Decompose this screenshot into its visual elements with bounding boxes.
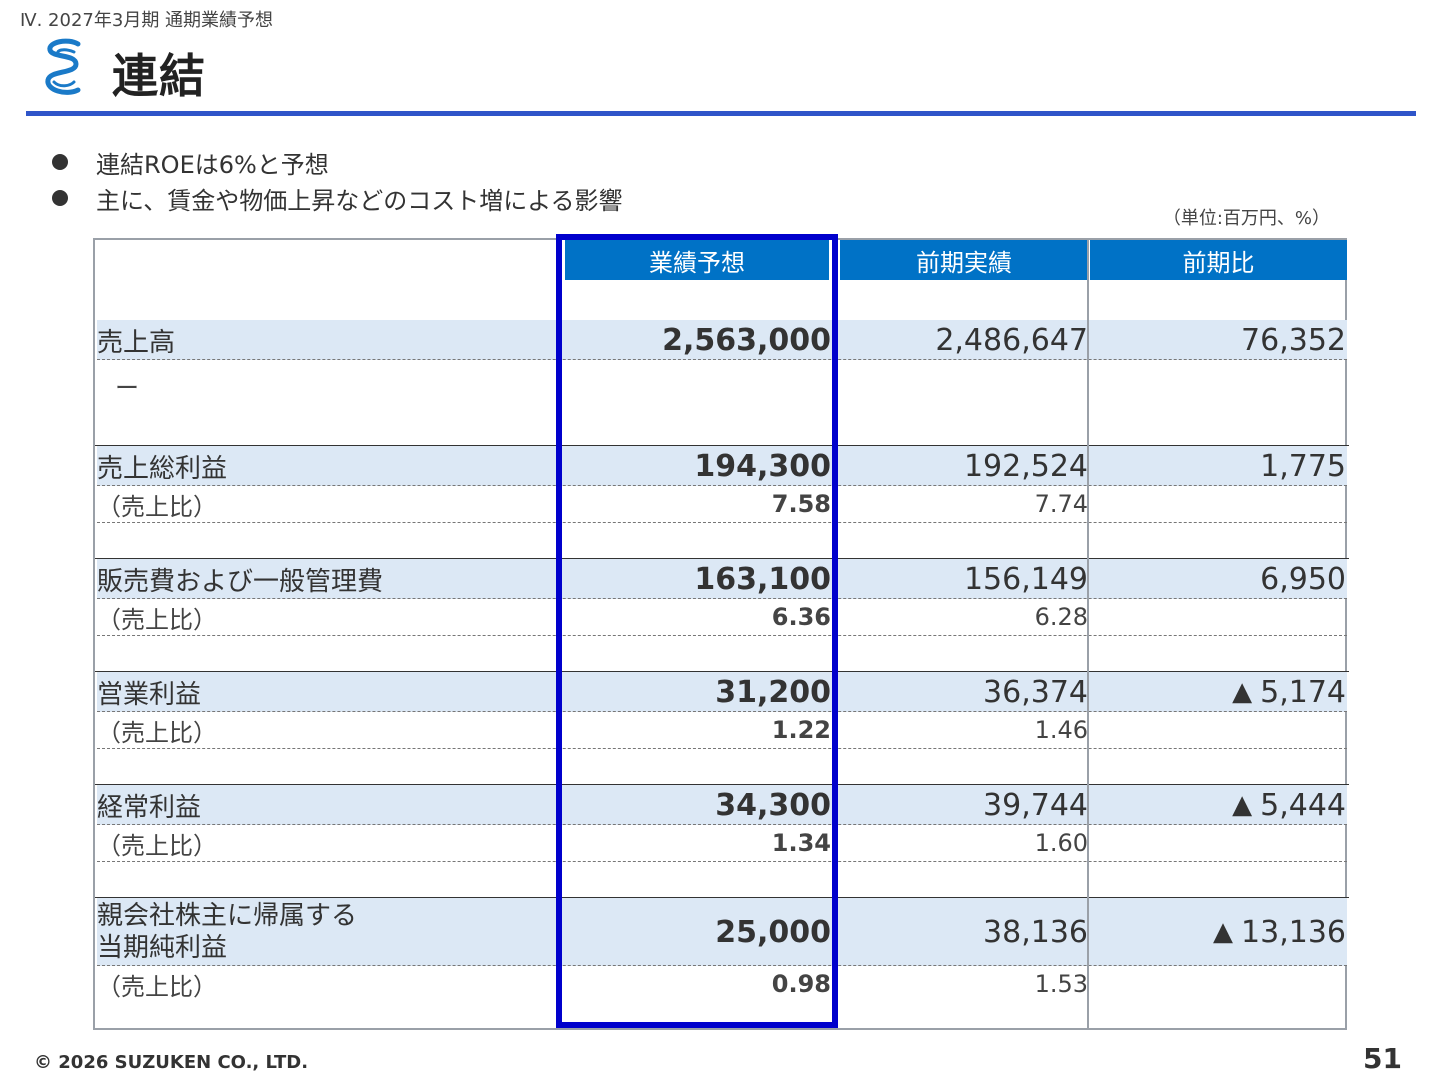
prior-value: 38,136 (983, 914, 1088, 950)
row-label: 親会社株主に帰属する 当期純利益 (97, 900, 357, 964)
section-label: Ⅳ. 2027年3月期 通期業績予想 (20, 10, 274, 31)
unit-note: （単位:百万円、%） (1162, 208, 1330, 229)
row-label: 販売費および一般管理費 (97, 566, 384, 597)
row-label-line: 親会社株主に帰属する (97, 901, 358, 931)
row-label: 経常利益 (97, 792, 202, 823)
ratio-prior: 1.53 (1034, 970, 1088, 998)
triangle-icon: ▲ (1232, 677, 1253, 707)
ratio-label: （売上比） (97, 831, 217, 860)
triangle-icon: ▲ (1232, 790, 1253, 820)
ratio-label: （売上比） (97, 972, 217, 1001)
row-label: 売上高 (97, 327, 176, 358)
page-number: 51 (1363, 1042, 1402, 1075)
ratio-prior: 1.46 (1034, 716, 1088, 744)
change-value: ▲ 5,444 (1090, 785, 1346, 825)
prior-value: 39,744 (983, 787, 1088, 823)
forecast-highlight-box (556, 234, 838, 1028)
ratio-label: （売上比） (97, 605, 217, 634)
change-amount: 5,444 (1260, 787, 1346, 823)
bullet-dot-icon (52, 154, 68, 170)
ratio-prior: 1.60 (1034, 829, 1088, 857)
prior-value: 2,486,647 (935, 322, 1088, 358)
row-label: 営業利益 (97, 679, 202, 710)
prior-value: 36,374 (983, 674, 1088, 710)
dash-mark: ー (115, 373, 139, 402)
bullet-item: 連結ROEは6%と予想 (52, 144, 623, 180)
change-amount: 5,174 (1260, 674, 1346, 710)
bullet-text: 連結ROEは6%と予想 (96, 150, 329, 179)
row-label-line: 当期純利益 (97, 933, 228, 963)
bullet-item: 主に、賃金や物価上昇などのコスト増による影響 (52, 180, 623, 216)
title-divider (26, 111, 1416, 116)
column-divider (1087, 240, 1089, 1028)
bullet-dot-icon (52, 190, 68, 206)
change-value: 6,950 (1260, 561, 1346, 597)
ratio-prior: 6.28 (1034, 603, 1088, 631)
change-amount: 13,136 (1241, 914, 1346, 950)
ratio-prior: 7.74 (1034, 490, 1088, 518)
prior-value: 156,149 (963, 561, 1088, 597)
page-title: 連結 (112, 49, 206, 103)
change-value: 1,775 (1260, 448, 1346, 484)
change-value: ▲ 13,136 (1090, 898, 1346, 966)
bullet-list: 連結ROEは6%と予想 主に、賃金や物価上昇などのコスト増による影響 (52, 144, 623, 216)
column-header-change: 前期比 (1090, 240, 1347, 280)
triangle-icon: ▲ (1213, 917, 1234, 947)
company-logo-icon (45, 38, 81, 95)
change-value: 76,352 (1241, 322, 1346, 358)
ratio-label: （売上比） (97, 492, 217, 521)
row-label: 売上総利益 (97, 453, 228, 484)
bullet-text: 主に、賃金や物価上昇などのコスト増による影響 (96, 186, 623, 215)
copyright: © 2026 SUZUKEN CO., LTD. (34, 1052, 309, 1073)
column-header-prior: 前期実績 (840, 240, 1088, 280)
ratio-label: （売上比） (97, 718, 217, 747)
change-value: ▲ 5,174 (1090, 672, 1346, 712)
prior-value: 192,524 (963, 448, 1088, 484)
